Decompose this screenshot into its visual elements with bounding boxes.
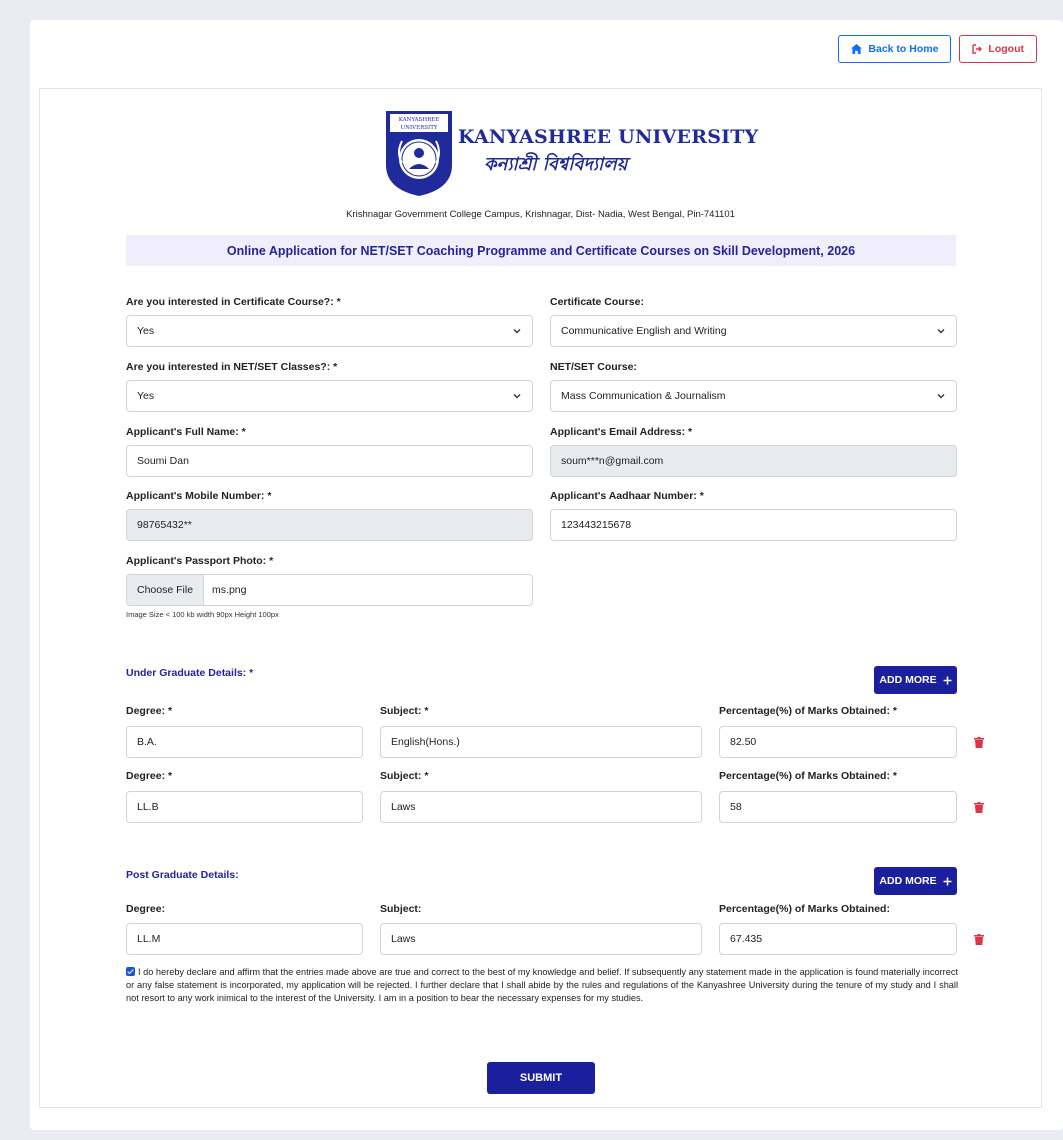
photo-file-name: ms.png bbox=[212, 584, 247, 596]
ug-marks-value: 58 bbox=[730, 801, 742, 813]
aadhaar-value: 123443215678 bbox=[561, 519, 632, 531]
trash-icon[interactable] bbox=[974, 802, 984, 813]
aadhaar-label: Applicant's Aadhaar Number: * bbox=[550, 490, 704, 502]
net-interest-value: Yes bbox=[137, 390, 155, 402]
ug-degree-input[interactable]: B.A. bbox=[126, 726, 363, 758]
ug-add-more-label: ADD MORE bbox=[879, 674, 937, 686]
pg-subject-value: Laws bbox=[391, 933, 416, 945]
declaration: I do hereby declare and affirm that the … bbox=[126, 966, 958, 1005]
net-course-select[interactable]: Mass Communication & Journalism bbox=[550, 380, 957, 412]
logout-icon bbox=[972, 44, 983, 54]
chevron-down-icon bbox=[513, 394, 521, 399]
university-header: KANYASHREE UNIVERSITY KANYASHREE UNIVERS… bbox=[384, 109, 758, 197]
pg-degree-label: Degree: bbox=[126, 903, 166, 915]
photo-file-input[interactable]: Choose File ms.png bbox=[126, 574, 533, 606]
ug-subject-input[interactable]: English(Hons.) bbox=[380, 726, 702, 758]
cert-course-label: Certificate Course: bbox=[550, 296, 644, 308]
ug-add-more-button[interactable]: ADD MORE bbox=[874, 666, 957, 694]
email-label: Applicant's Email Address: * bbox=[550, 426, 693, 438]
ug-degree-label: Degree: * bbox=[126, 705, 173, 717]
net-interest-select[interactable]: Yes bbox=[126, 380, 533, 412]
full-name-value: Soumi Dan bbox=[137, 455, 189, 467]
declaration-checkbox[interactable] bbox=[126, 967, 135, 976]
mobile-label: Applicant's Mobile Number: * bbox=[126, 490, 272, 502]
pg-add-more-button[interactable]: ADD MORE bbox=[874, 867, 957, 895]
back-to-home-button[interactable]: Back to Home bbox=[838, 35, 952, 63]
home-icon bbox=[851, 44, 863, 54]
mobile-value: 98765432** bbox=[137, 519, 192, 531]
ug-section-title: Under Graduate Details: * bbox=[126, 667, 254, 679]
cert-interest-select[interactable]: Yes bbox=[126, 315, 533, 347]
ug-degree-input[interactable]: LL.B bbox=[126, 791, 363, 823]
university-name-en: KANYASHREE UNIVERSITY bbox=[458, 125, 759, 148]
full-name-input[interactable]: Soumi Dan bbox=[126, 445, 533, 477]
pg-degree-input[interactable]: LL.M bbox=[126, 923, 363, 955]
ug-marks-value: 82.50 bbox=[730, 736, 757, 748]
ug-degree-value: B.A. bbox=[137, 736, 157, 748]
net-interest-label: Are you interested in NET/SET Classes?: … bbox=[126, 361, 338, 373]
svg-text:UNIVERSITY: UNIVERSITY bbox=[401, 125, 438, 131]
form-title-banner: Online Application for NET/SET Coaching … bbox=[126, 235, 956, 266]
ug-subject-value: Laws bbox=[391, 801, 416, 813]
declaration-text: I do hereby declare and affirm that the … bbox=[126, 967, 958, 1003]
ug-subject-label: Subject: * bbox=[380, 770, 429, 782]
ug-subject-input[interactable]: Laws bbox=[380, 791, 702, 823]
cert-course-select[interactable]: Communicative English and Writing bbox=[550, 315, 957, 347]
pg-subject-input[interactable]: Laws bbox=[380, 923, 702, 955]
photo-label: Applicant's Passport Photo: * bbox=[126, 555, 274, 567]
ug-degree-label: Degree: * bbox=[126, 770, 173, 782]
logout-button[interactable]: Logout bbox=[959, 35, 1037, 63]
ug-marks-label: Percentage(%) of Marks Obtained: * bbox=[719, 770, 897, 782]
trash-icon[interactable] bbox=[974, 737, 984, 748]
pg-add-more-label: ADD MORE bbox=[879, 875, 937, 887]
pg-marks-label: Percentage(%) of Marks Obtained: bbox=[719, 903, 890, 915]
net-course-value: Mass Communication & Journalism bbox=[561, 390, 726, 402]
pg-section-title: Post Graduate Details: bbox=[126, 869, 239, 881]
ug-marks-input[interactable]: 58 bbox=[719, 791, 957, 823]
plus-icon bbox=[943, 877, 952, 885]
cert-interest-label: Are you interested in Certificate Course… bbox=[126, 296, 341, 308]
ug-marks-label: Percentage(%) of Marks Obtained: * bbox=[719, 705, 897, 717]
university-name-bn: কন্যাশ্রী বিশ্ববিদ্যালয় bbox=[484, 153, 628, 175]
email-input[interactable]: soum***n@gmail.com bbox=[550, 445, 957, 477]
pg-subject-label: Subject: bbox=[380, 903, 422, 915]
application-form-card: KANYASHREE UNIVERSITY KANYASHREE UNIVERS… bbox=[39, 88, 1042, 1108]
university-address: Krishnagar Government College Campus, Kr… bbox=[346, 209, 735, 220]
email-value: soum***n@gmail.com bbox=[561, 455, 664, 467]
chevron-down-icon bbox=[937, 394, 945, 399]
net-course-label: NET/SET Course: bbox=[550, 361, 637, 373]
cert-interest-value: Yes bbox=[137, 325, 155, 337]
aadhaar-input[interactable]: 123443215678 bbox=[550, 509, 957, 541]
submit-button[interactable]: SUBMIT bbox=[487, 1062, 595, 1094]
ug-subject-value: English(Hons.) bbox=[391, 736, 460, 748]
ug-marks-input[interactable]: 82.50 bbox=[719, 726, 957, 758]
pg-marks-value: 67.435 bbox=[730, 933, 763, 945]
choose-file-button[interactable]: Choose File bbox=[127, 575, 205, 605]
plus-icon bbox=[943, 676, 952, 684]
mobile-input[interactable]: 98765432** bbox=[126, 509, 533, 541]
pg-degree-value: LL.M bbox=[137, 933, 161, 945]
photo-hint: Image Size < 100 kb width 90px Height 10… bbox=[126, 610, 279, 619]
university-logo: KANYASHREE UNIVERSITY bbox=[386, 111, 452, 196]
back-to-home-label: Back to Home bbox=[868, 43, 939, 55]
chevron-down-icon bbox=[513, 329, 521, 334]
trash-icon[interactable] bbox=[974, 934, 984, 945]
svg-text:KANYASHREE: KANYASHREE bbox=[399, 117, 440, 123]
ug-subject-label: Subject: * bbox=[380, 705, 429, 717]
ug-degree-value: LL.B bbox=[137, 801, 159, 813]
logout-label: Logout bbox=[988, 43, 1024, 55]
top-nav: Back to Home Logout bbox=[838, 35, 1037, 63]
pg-marks-input[interactable]: 67.435 bbox=[719, 923, 957, 955]
name-label: Applicant's Full Name: * bbox=[126, 426, 246, 438]
cert-course-value: Communicative English and Writing bbox=[561, 325, 727, 337]
chevron-down-icon bbox=[937, 329, 945, 334]
